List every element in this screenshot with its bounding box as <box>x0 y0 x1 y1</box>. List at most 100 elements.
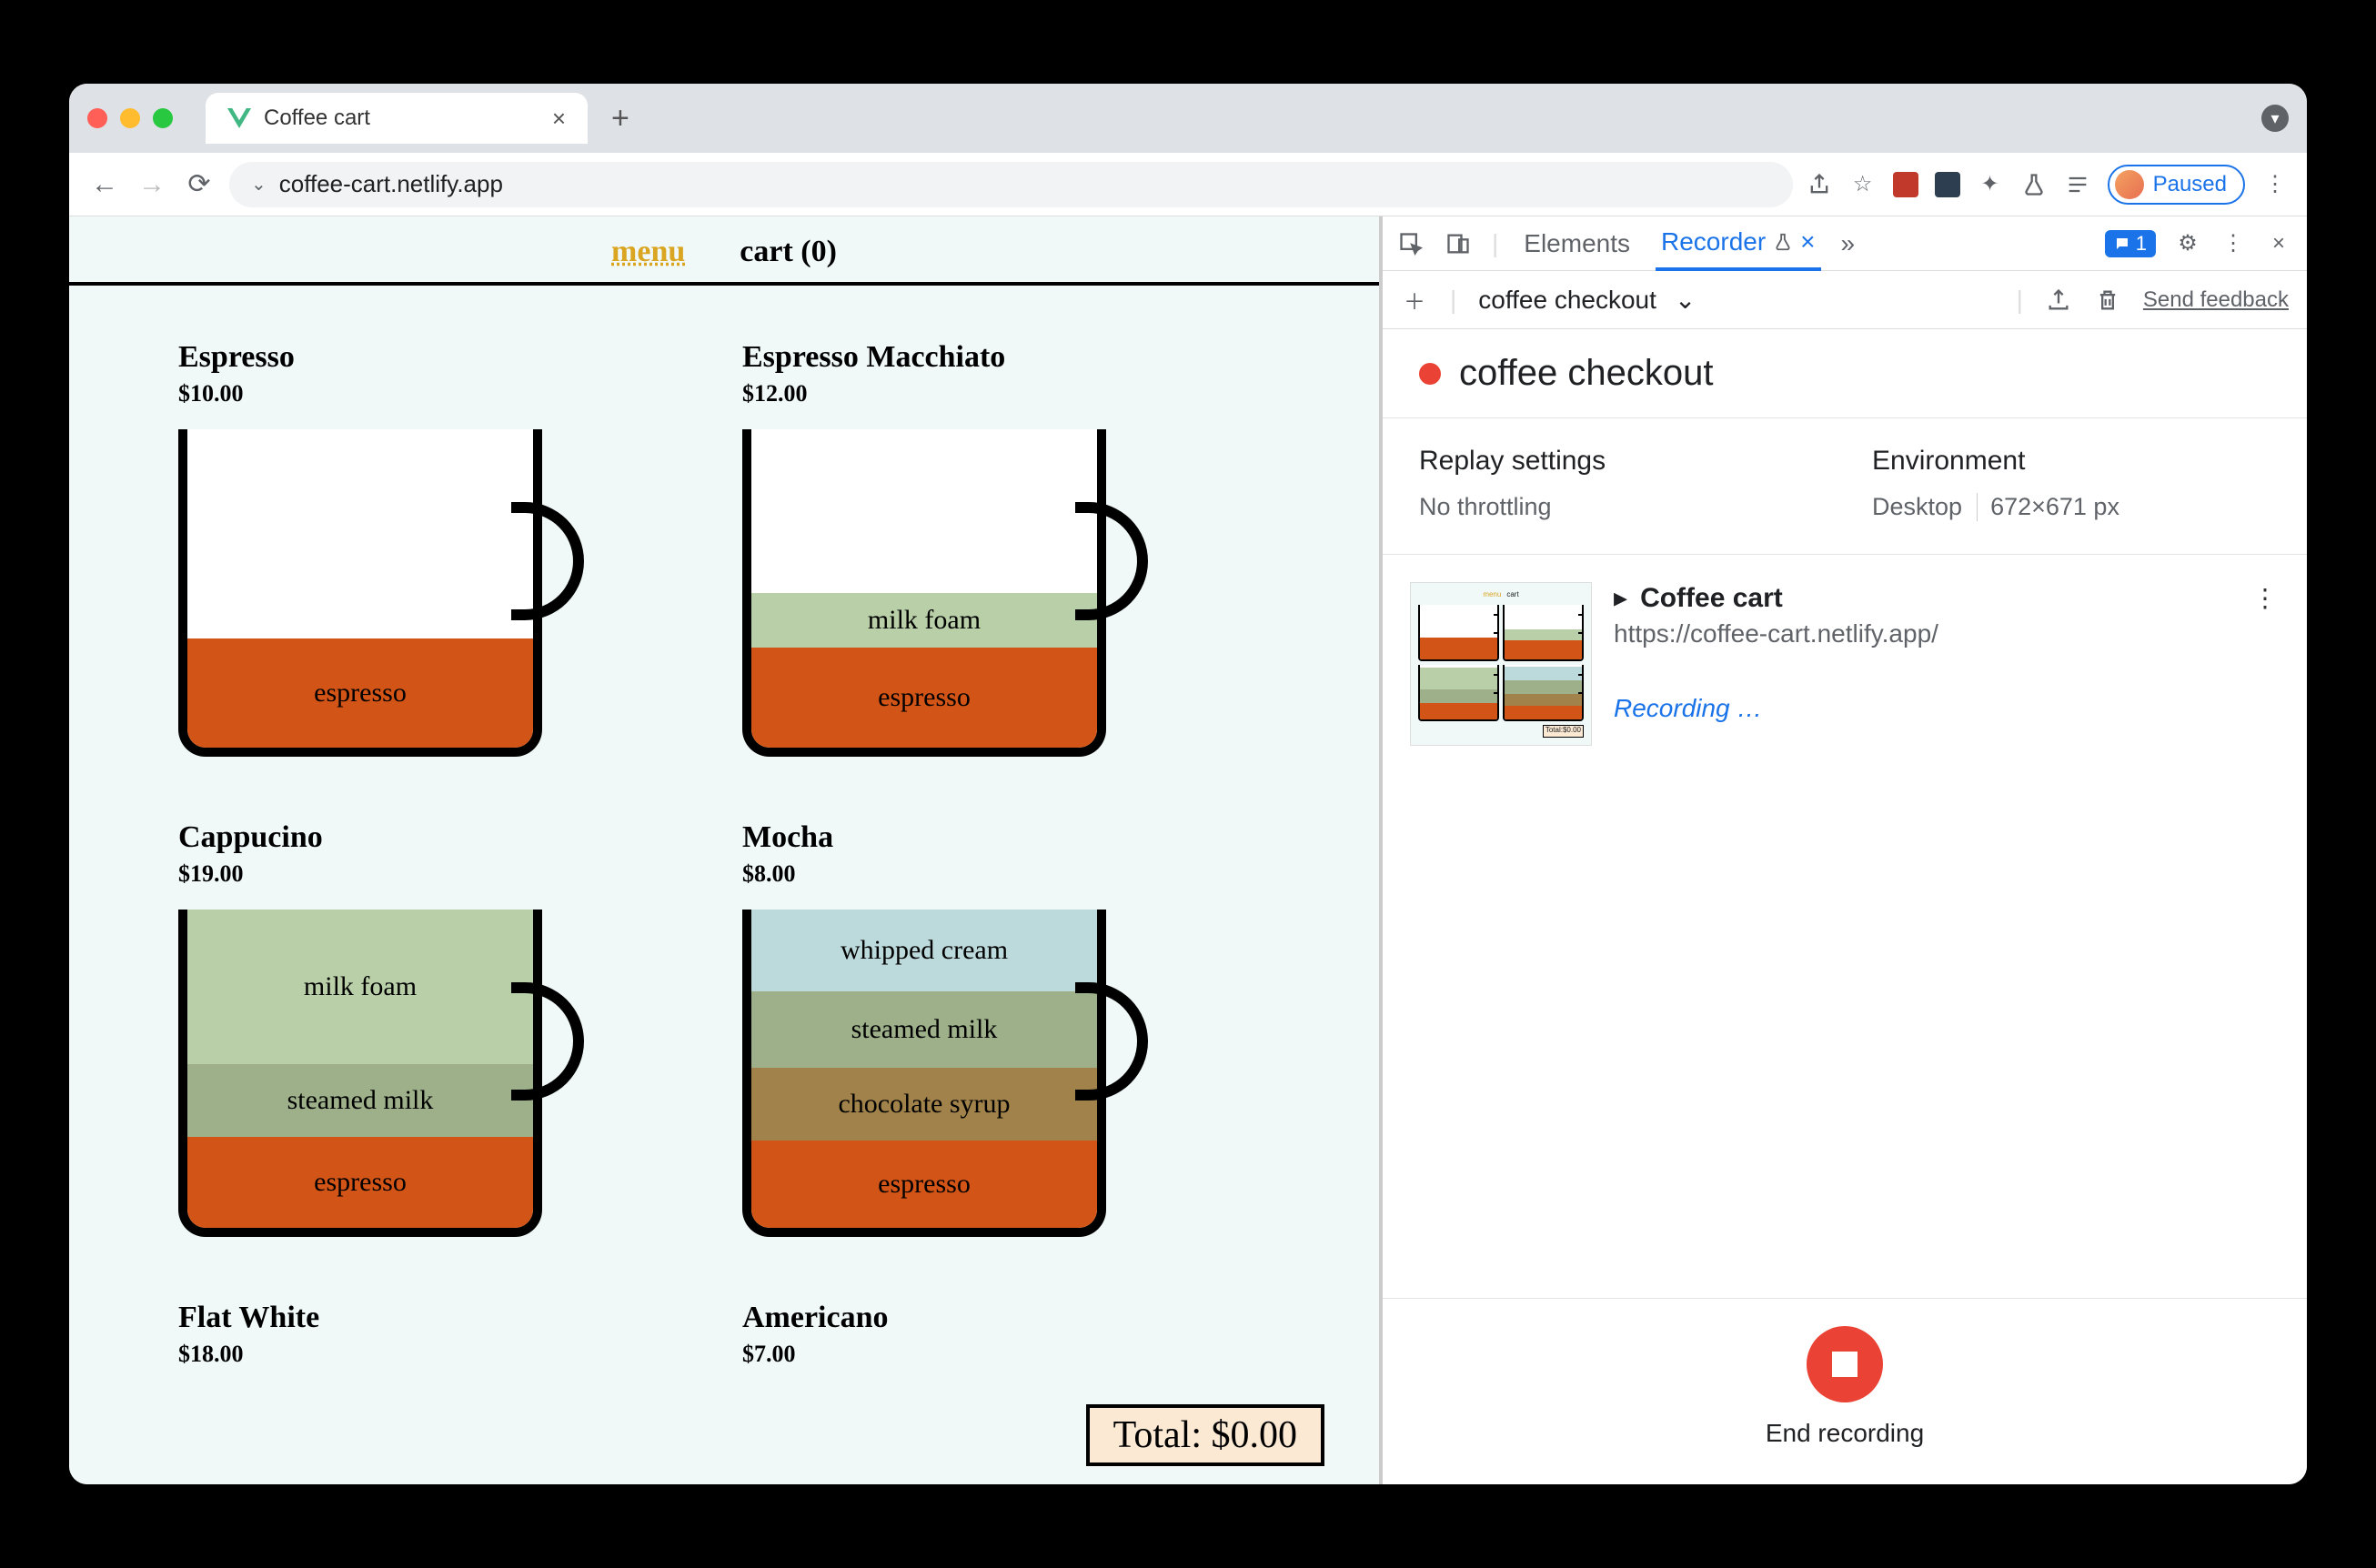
coffee-cup[interactable]: espresso <box>178 429 579 775</box>
tab-title: Coffee cart <box>264 106 370 131</box>
kebab-menu-icon[interactable]: ⋮ <box>2261 171 2289 198</box>
coffee-layer: milk foam <box>187 910 533 1064</box>
cart-total[interactable]: Total: $0.00 <box>1086 1404 1324 1466</box>
coffee-layer: espresso <box>187 1137 533 1228</box>
chevron-down-icon: ⌄ <box>1675 285 1696 315</box>
environment-heading: Environment <box>1872 446 2270 477</box>
profile-paused-chip[interactable]: Paused <box>2108 165 2245 205</box>
product-name: Espresso Macchiato <box>742 340 1270 375</box>
environment-device: Desktop <box>1872 493 1962 521</box>
tab-recorder[interactable]: Recorder × <box>1656 216 1821 271</box>
send-feedback-link[interactable]: Send feedback <box>2143 287 2289 313</box>
replay-settings[interactable]: Replay settings No throttling <box>1419 446 1817 521</box>
browser-window: Coffee cart × + ▾ ← → ⟳ ⌄ coffee-cart.ne… <box>69 84 2307 1484</box>
recording-indicator: Recording … <box>1614 694 2280 723</box>
reload-button[interactable]: ⟳ <box>182 168 216 200</box>
chat-icon <box>2114 236 2130 252</box>
page-viewport: menu cart (0) Espresso$10.00espressoEspr… <box>69 216 1379 1484</box>
product-name: Americano <box>742 1301 1270 1335</box>
recording-select[interactable]: coffee checkout ⌄ <box>1478 285 1994 315</box>
product-name: Espresso <box>178 340 706 375</box>
site-info-icon[interactable]: ⌄ <box>251 173 267 196</box>
environment-settings[interactable]: Environment Desktop 672×671 px <box>1872 446 2270 521</box>
coffee-layer: espresso <box>187 638 533 748</box>
tab-search-button[interactable]: ▾ <box>2261 105 2289 132</box>
product-price: $8.00 <box>742 860 1270 888</box>
close-panel-icon[interactable]: × <box>1800 227 1815 256</box>
coffee-cup[interactable]: milk foamsteamed milkespresso <box>178 910 579 1255</box>
kebab-menu-icon[interactable]: ⋮ <box>2220 230 2247 257</box>
console-issues-badge[interactable]: 1 <box>2105 230 2156 257</box>
tab-recorder-label: Recorder <box>1661 227 1766 256</box>
settings-gear-icon[interactable]: ⚙ <box>2174 230 2201 257</box>
coffee-cup[interactable]: milk foamespresso <box>742 429 1143 775</box>
coffee-layer: espresso <box>751 1141 1097 1228</box>
close-window-button[interactable] <box>87 108 107 128</box>
reading-list-icon[interactable] <box>2064 171 2091 198</box>
nav-menu-link[interactable]: menu <box>611 235 685 269</box>
recording-header: coffee checkout <box>1383 329 2307 418</box>
coffee-layer: espresso <box>751 648 1097 748</box>
url-text: coffee-cart.netlify.app <box>279 170 503 198</box>
product-price: $18.00 <box>178 1341 706 1368</box>
step-thumbnail: menucart Total:$0.00 <box>1410 582 1592 746</box>
forward-button[interactable]: → <box>135 169 169 200</box>
recorder-settings: Replay settings No throttling Environmen… <box>1383 418 2307 555</box>
inspect-element-icon[interactable] <box>1397 230 1425 257</box>
nav-cart-link[interactable]: cart (0) <box>740 235 837 269</box>
end-recording-label: End recording <box>1766 1419 1924 1448</box>
labs-flask-icon[interactable] <box>2020 171 2048 198</box>
cup-handle <box>1075 982 1148 1101</box>
product-card[interactable]: Cappucino$19.00milk foamsteamed milkespr… <box>178 820 706 1255</box>
devtools-tabbar: | Elements Recorder × » 1 ⚙ ⋮ × <box>1383 216 2307 271</box>
expand-arrow-icon[interactable]: ▸ <box>1614 582 1627 614</box>
delete-icon[interactable] <box>2094 286 2121 314</box>
product-card[interactable]: Flat White $18.00 <box>178 1301 706 1368</box>
recording-step: menucart Total:$0.00 ▸ Coffee cart ⋮ htt… <box>1383 555 2307 773</box>
product-name: Flat White <box>178 1301 706 1335</box>
environment-dimensions: 672×671 px <box>1977 493 2119 521</box>
product-card[interactable]: Espresso Macchiato $12.00 milk foamespress… <box>742 340 1270 775</box>
cup-handle <box>1075 502 1148 620</box>
end-recording-button[interactable] <box>1807 1326 1883 1402</box>
export-icon[interactable] <box>2045 286 2072 314</box>
recorder-footer: End recording <box>1383 1298 2307 1484</box>
extension-icon[interactable] <box>1893 172 1918 197</box>
tab-elements[interactable]: Elements <box>1518 218 1636 269</box>
close-tab-button[interactable]: × <box>552 105 566 133</box>
toolbar-icons: ☆ ✦ Paused ⋮ <box>1806 165 2289 205</box>
more-tabs-icon[interactable]: » <box>1841 229 1856 258</box>
product-price: $12.00 <box>742 380 1270 407</box>
product-price: $19.00 <box>178 860 706 888</box>
device-toggle-icon[interactable] <box>1445 230 1472 257</box>
product-card[interactable]: Americano$7.00 <box>742 1301 1270 1368</box>
close-devtools-icon[interactable]: × <box>2265 230 2292 257</box>
product-card[interactable]: Mocha$8.00whipped creamsteamed milkchoco… <box>742 820 1270 1255</box>
maximize-window-button[interactable] <box>153 108 173 128</box>
product-grid: Espresso$10.00espressoEspresso Macchiato… <box>69 286 1379 1422</box>
console-count: 1 <box>2136 232 2147 256</box>
address-bar: ← → ⟳ ⌄ coffee-cart.netlify.app ☆ ✦ Paus… <box>69 153 2307 216</box>
step-menu-icon[interactable]: ⋮ <box>2252 583 2280 613</box>
extensions-puzzle-icon[interactable]: ✦ <box>1977 171 2004 198</box>
new-tab-button[interactable]: + <box>602 101 639 136</box>
bookmark-star-icon[interactable]: ☆ <box>1849 171 1877 198</box>
recording-title: coffee checkout <box>1459 353 1713 394</box>
product-price: $10.00 <box>178 380 706 407</box>
step-url: https://coffee-cart.netlify.app/ <box>1614 619 2280 648</box>
flask-icon <box>1773 232 1793 252</box>
coffee-layer: steamed milk <box>187 1064 533 1137</box>
extension-icon[interactable] <box>1935 172 1960 197</box>
coffee-cup[interactable]: whipped creamsteamed milkchocolate syrup… <box>742 910 1143 1255</box>
share-icon[interactable] <box>1806 171 1833 198</box>
url-input[interactable]: ⌄ coffee-cart.netlify.app <box>229 162 1793 207</box>
coffee-layer: milk foam <box>751 593 1097 648</box>
product-card[interactable]: Espresso $10.00 espresso <box>178 340 706 775</box>
new-recording-button[interactable]: ＋ <box>1401 286 1428 314</box>
cup-handle <box>511 502 584 620</box>
browser-tab[interactable]: Coffee cart × <box>206 93 588 144</box>
back-button[interactable]: ← <box>87 169 122 200</box>
minimize-window-button[interactable] <box>120 108 140 128</box>
recording-select-label: coffee checkout <box>1478 286 1656 315</box>
devtools-panel: | Elements Recorder × » 1 ⚙ ⋮ × <box>1379 216 2307 1484</box>
